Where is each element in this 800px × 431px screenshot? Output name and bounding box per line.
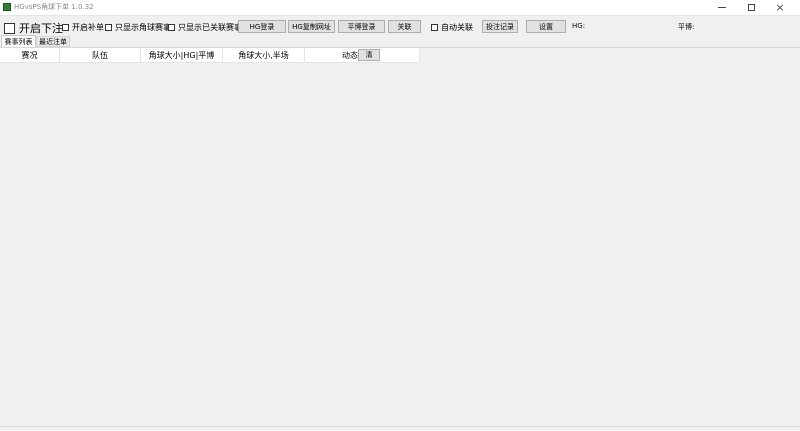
column-header-corner-half[interactable]: 角球大小,半场 xyxy=(223,48,305,62)
app-icon xyxy=(3,3,11,11)
hg-login-button[interactable]: HG登录 xyxy=(238,20,286,33)
only-linked-label: 只显示已关联赛事 xyxy=(178,23,242,32)
column-header-teams[interactable]: 队伍 xyxy=(60,48,141,62)
enable-bet-checkbox[interactable]: 开启下注 xyxy=(4,20,63,36)
divider xyxy=(0,426,800,427)
pb-status-label: 平博: xyxy=(678,23,695,31)
auto-link-checkbox[interactable]: 自动关联 xyxy=(431,22,473,33)
toolbar: 开启下注 开启补单 只显示角球赛事 只显示已关联赛事 HG登录 HG复制网址 平… xyxy=(0,16,800,36)
only-corner-checkbox[interactable]: 只显示角球赛事 xyxy=(105,22,171,33)
window-title: HGvsPS角球下单 1.0.32 xyxy=(14,3,94,11)
maximize-icon xyxy=(747,4,755,11)
checkbox-box xyxy=(431,24,438,31)
table-header: 赛况 队伍 角球大小|HG|平博 角球大小,半场 动态 清 xyxy=(0,48,420,63)
hg-copy-url-button[interactable]: HG复制网址 xyxy=(288,20,335,33)
clear-button[interactable]: 清 xyxy=(358,49,380,61)
maximize-button[interactable] xyxy=(737,0,765,15)
close-button[interactable]: × xyxy=(766,0,794,15)
link-button[interactable]: 关联 xyxy=(388,20,421,33)
only-corner-label: 只显示角球赛事 xyxy=(115,23,171,32)
minimize-button[interactable] xyxy=(708,0,736,15)
checkbox-box xyxy=(62,24,69,31)
enable-supplement-checkbox[interactable]: 开启补单 xyxy=(62,22,104,33)
minimize-icon xyxy=(718,7,726,8)
checkbox-box xyxy=(168,24,175,31)
column-header-status[interactable]: 赛况 xyxy=(0,48,60,62)
enable-supplement-label: 开启补单 xyxy=(72,23,104,32)
close-icon: × xyxy=(775,1,785,14)
tab-bar: 赛事列表 最近注单 xyxy=(0,35,800,48)
checkbox-box xyxy=(4,22,15,34)
column-header-corner-hg-pb[interactable]: 角球大小|HG|平博 xyxy=(141,48,223,62)
auto-link-label: 自动关联 xyxy=(441,23,473,32)
pb-login-button[interactable]: 平博登录 xyxy=(338,20,385,33)
match-list-pane: 赛况 队伍 角球大小|HG|平博 角球大小,半场 动态 清 xyxy=(0,47,800,431)
settings-button[interactable]: 设置 xyxy=(526,20,566,33)
title-bar: HGvsPS角球下单 1.0.32 × xyxy=(0,0,800,16)
only-linked-checkbox[interactable]: 只显示已关联赛事 xyxy=(168,22,242,33)
bet-records-button[interactable]: 投注记录 xyxy=(482,20,518,33)
tab-recent-bets[interactable]: 最近注单 xyxy=(36,36,70,47)
checkbox-box xyxy=(105,24,112,31)
hg-status-label: HG: xyxy=(572,22,586,30)
enable-bet-label: 开启下注 xyxy=(19,22,63,35)
